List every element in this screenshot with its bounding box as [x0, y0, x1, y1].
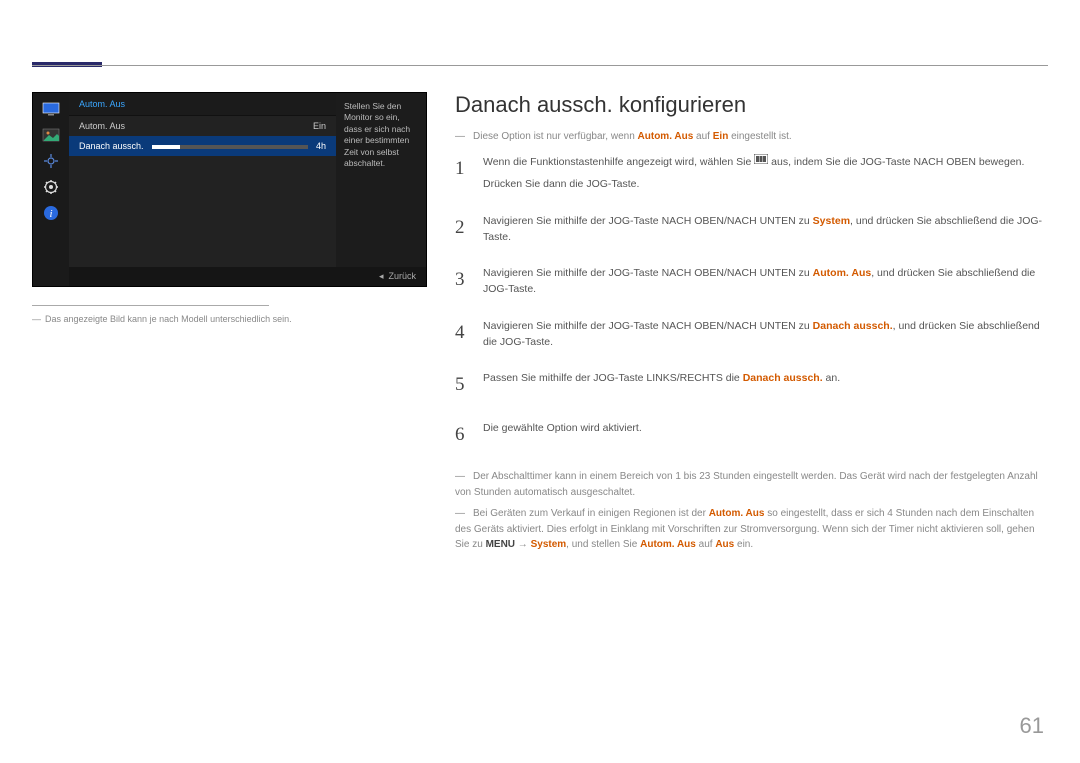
page-number: 61 — [1020, 713, 1044, 739]
step-number: 6 — [455, 420, 469, 449]
page-content: i Autom. Aus Autom. Aus Ein Danach aussc… — [32, 92, 1048, 559]
intro-highlight-ein: Ein — [713, 131, 729, 142]
intro-text-b: auf — [693, 131, 712, 142]
picture-icon — [41, 127, 61, 143]
step-body: Navigieren Sie mithilfe der JOG-Taste NA… — [483, 213, 1048, 246]
step-3: 3 Navigieren Sie mithilfe der JOG-Taste … — [455, 265, 1048, 298]
step1-text-c: Drücken Sie dann die JOG-Taste. — [483, 176, 1048, 192]
step6-text: Die gewählte Option wird aktiviert. — [483, 420, 1048, 436]
step-number: 4 — [455, 318, 469, 351]
svg-text:i: i — [49, 208, 52, 220]
step-4: 4 Navigieren Sie mithilfe der JOG-Taste … — [455, 318, 1048, 351]
note2-bold-menu: MENU — [486, 539, 515, 550]
dash-icon: ― — [455, 130, 473, 144]
osd-footer: ◂ Zurück — [69, 267, 426, 286]
step-body: Die gewählte Option wird aktiviert. — [483, 420, 1048, 449]
info-icon: i — [41, 205, 61, 221]
step4-text-a: Navigieren Sie mithilfe der JOG-Taste NA… — [483, 320, 813, 332]
step-body: Navigieren Sie mithilfe der JOG-Taste NA… — [483, 265, 1048, 298]
step1-text-a: Wenn die Funktionstastenhilfe angezeigt … — [483, 156, 754, 168]
note2-hl-autom-aus2: Autom. Aus — [640, 539, 696, 550]
gear-icon — [41, 179, 61, 195]
osd-main-panel: Autom. Aus Autom. Aus Ein Danach aussch.… — [69, 93, 336, 286]
intro-note: ―Diese Option ist nur verfügbar, wenn Au… — [455, 130, 1048, 144]
osd-screenshot: i Autom. Aus Autom. Aus Ein Danach aussc… — [32, 92, 427, 287]
note2-text-d: auf — [696, 539, 715, 550]
step-body: Wenn die Funktionstastenhilfe angezeigt … — [483, 154, 1048, 193]
intro-text-a: Diese Option ist nur verfügbar, wenn — [473, 131, 638, 142]
osd-row-value: 4h — [316, 141, 326, 151]
dash-icon: ― — [455, 506, 473, 522]
left-footnote-text: Das angezeigte Bild kann je nach Modell … — [45, 314, 292, 324]
page-heading: Danach aussch. konfigurieren — [455, 92, 1048, 118]
left-column: i Autom. Aus Autom. Aus Ein Danach aussc… — [32, 92, 427, 559]
osd-slider — [152, 145, 308, 149]
step-number: 2 — [455, 213, 469, 246]
menu-icon — [754, 153, 768, 169]
dash-icon: ― — [455, 469, 473, 485]
note2-text-e: ein. — [734, 539, 753, 550]
osd-sidebar-icons: i — [33, 93, 69, 286]
osd-row-autom-aus: Autom. Aus Ein — [69, 116, 336, 136]
step2-text-a: Navigieren Sie mithilfe der JOG-Taste NA… — [483, 215, 813, 227]
osd-back-label: Zurück — [388, 271, 416, 281]
osd-row-value: Ein — [313, 121, 326, 131]
intro-text-c: eingestellt ist. — [728, 131, 791, 142]
step-6: 6 Die gewählte Option wird aktiviert. — [455, 420, 1048, 449]
right-column: Danach aussch. konfigurieren ―Diese Opti… — [455, 92, 1048, 559]
note2-arrow: → — [515, 539, 531, 550]
step-body: Navigieren Sie mithilfe der JOG-Taste NA… — [483, 318, 1048, 351]
step-number: 3 — [455, 265, 469, 298]
dash-icon: ― — [32, 314, 41, 324]
step-body: Passen Sie mithilfe der JOG-Taste LINKS/… — [483, 370, 1048, 399]
intro-highlight-autom-aus: Autom. Aus — [638, 131, 694, 142]
step4-highlight-danach: Danach aussch. — [813, 320, 893, 332]
osd-title: Autom. Aus — [69, 93, 336, 116]
monitor-icon — [41, 101, 61, 117]
left-footnote: ― Das angezeigte Bild kann je nach Model… — [32, 314, 427, 324]
note2-hl-aus: Aus — [715, 539, 734, 550]
step5-highlight-danach: Danach aussch. — [743, 372, 823, 384]
osd-row-danach-aussch: Danach aussch. 4h — [69, 136, 336, 156]
step5-text-a: Passen Sie mithilfe der JOG-Taste LINKS/… — [483, 372, 743, 384]
step2-highlight-system: System — [813, 215, 850, 227]
step-number: 1 — [455, 154, 469, 193]
step1-text-b: aus, indem Sie die JOG-Taste NACH OBEN b… — [768, 156, 1024, 168]
step-1: 1 Wenn die Funktionstastenhilfe angezeig… — [455, 154, 1048, 193]
step-2: 2 Navigieren Sie mithilfe der JOG-Taste … — [455, 213, 1048, 246]
step3-highlight-autom-aus: Autom. Aus — [813, 267, 872, 279]
step3-text-a: Navigieren Sie mithilfe der JOG-Taste NA… — [483, 267, 813, 279]
target-icon — [41, 153, 61, 169]
step-5: 5 Passen Sie mithilfe der JOG-Taste LINK… — [455, 370, 1048, 399]
note2-text-a: Bei Geräten zum Verkauf in einigen Regio… — [473, 508, 709, 519]
header-rule — [32, 65, 1048, 66]
step-number: 5 — [455, 370, 469, 399]
osd-row-label: Autom. Aus — [79, 121, 125, 131]
footer-notes: ―Der Abschalttimer kann in einem Bereich… — [455, 469, 1048, 553]
note2-hl-system: System — [531, 539, 567, 550]
note2-hl-autom-aus: Autom. Aus — [709, 508, 765, 519]
osd-row-label: Danach aussch. — [79, 141, 144, 151]
note1-text: Der Abschalttimer kann in einem Bereich … — [455, 471, 1038, 498]
left-divider — [32, 305, 269, 306]
step5-text-b: an. — [823, 372, 841, 384]
note2-text-c: , und stellen Sie — [566, 539, 640, 550]
osd-help-text: Stellen Sie den Monitor so ein, dass er … — [336, 93, 426, 286]
